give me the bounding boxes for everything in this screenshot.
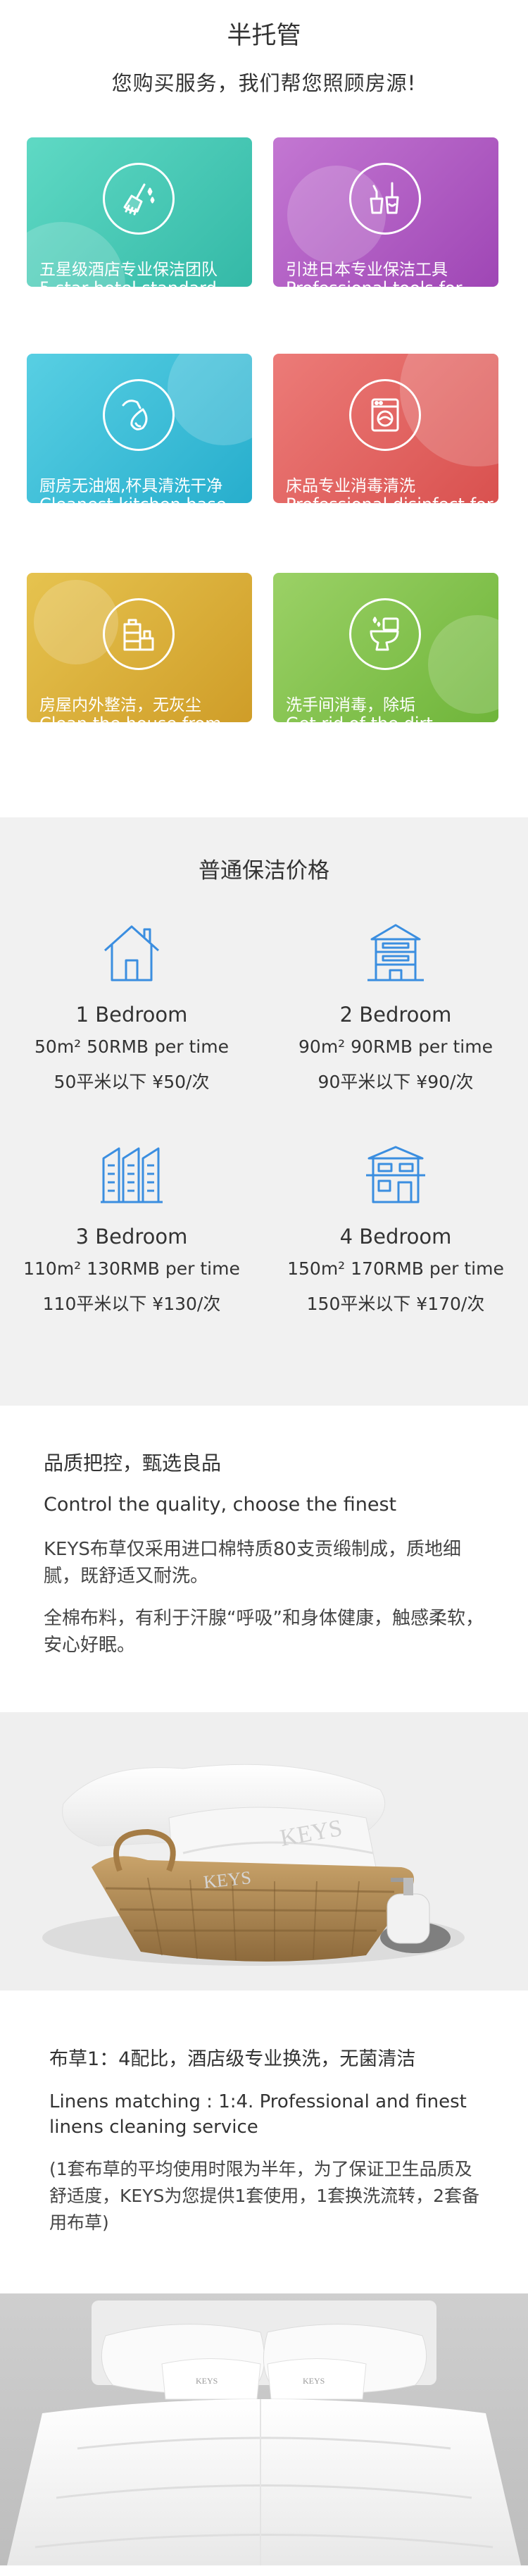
page-title: 半托管 [227, 22, 301, 50]
quality-paragraph-2: 全棉布料，有利于汗腺“呼吸”和身体健康，触感柔软，安心好眠。 [44, 1608, 484, 1656]
broom-icon [103, 163, 175, 235]
plan-price-cn: 90平米以下 ¥90/次 [318, 1072, 474, 1092]
service-card-house-clean: 房屋内外整洁，无灰尘 Clean the house from everywhe… [27, 573, 252, 722]
pricing-title: 普通保洁价格 [199, 858, 329, 884]
card-background-decoration [168, 354, 252, 445]
quality-paragraph-1: KEYS布草仅采用进口棉特质80支贡缎制成，质地细腻，既舒适又耐洗。 [44, 1539, 461, 1587]
plan-name: 2 Bedroom [339, 1003, 452, 1027]
service-card-pro-tools: 引进日本专业保洁工具 Professional tools for B&B ac… [273, 137, 498, 287]
cleaning-tools-icon [349, 163, 421, 235]
villa-icon [366, 1146, 425, 1203]
plan-name: 1 Bedroom [75, 1003, 188, 1027]
plan-1-bedroom: 1 Bedroom 50m² 50RMB per time 50平米以下 ¥50… [15, 919, 248, 1094]
linen-section: 布草1：4配比，酒店级专业换洗，无菌清洁 Linens matching : 1… [0, 1990, 528, 2293]
service-cards: 五星级酒店专业保洁团队 5 star hotel standard clean … [0, 137, 528, 817]
service-card-kitchen: 厨房无油烟,杯具清洗干净 Cleanest kitchen base on th… [27, 354, 252, 503]
plan-price-cn: 150平米以下 ¥170/次 [306, 1294, 485, 1314]
plan-name: 3 Bedroom [75, 1225, 188, 1249]
service-title-cn: 洗手间消毒，除垢 [286, 696, 415, 714]
apartment-buildings-icon [101, 1147, 163, 1203]
furniture-icon [103, 598, 175, 670]
plan-2-bedroom: 2 Bedroom 90m² 90RMB per time 90平米以下 ¥90… [279, 919, 512, 1094]
quality-section: 品质把控，甄选良品 Control the quality, choose th… [0, 1406, 528, 1712]
service-card-bathroom: 洗手间消毒，除垢 Get rid of the dirt [273, 573, 498, 722]
pricing-section: 普通保洁价格 1 Bedroom 50m² 50RMB per time 50平… [0, 817, 528, 1406]
linen-subtitle: Linens matching : 1:4. Professional and … [49, 2091, 467, 2138]
pillow-brand-label: KEYS [196, 2376, 218, 2386]
page-subtitle: 您购买服务，我们帮您照顾房源! [111, 71, 417, 95]
towel-basket-image: KEYS KEYS [0, 1712, 528, 1990]
page-header: 半托管 您购买服务，我们帮您照顾房源! [0, 0, 528, 137]
service-title-cn: 房屋内外整洁，无灰尘 [39, 696, 201, 714]
plan-4-bedroom: 4 Bedroom 150m² 170RMB per time 150平米以下 … [279, 1141, 512, 1315]
service-title-cn: 床品专业消毒清洗 [286, 477, 415, 495]
service-card-linen-disinfect: 床品专业消毒清洗 Professional disinfect for the … [273, 354, 498, 503]
card-background-decoration [428, 615, 498, 714]
plan-name: 4 Bedroom [339, 1225, 452, 1249]
service-title-cn: 五星级酒店专业保洁团队 [39, 261, 218, 279]
washing-machine-icon [349, 379, 421, 451]
service-title-en: Get rid of the dirt [286, 714, 497, 722]
plan-price-en: 150m² 170RMB per time [287, 1258, 504, 1279]
toilet-icon [349, 598, 421, 670]
pillow-brand-label: KEYS [303, 2376, 325, 2386]
plan-price-en: 50m² 50RMB per time [34, 1036, 229, 1057]
house-icon [103, 925, 160, 982]
water-drop-icon [103, 379, 175, 451]
plan-price-en: 110m² 130RMB per time [23, 1258, 240, 1279]
service-title-en: Cleanest kitchen base on the finest serv… [39, 495, 251, 503]
service-title-cn: 引进日本专业保洁工具 [286, 261, 448, 279]
plan-3-bedroom: 3 Bedroom 110m² 130RMB per time 110平米以下 … [15, 1141, 248, 1315]
quality-subtitle: Control the quality, choose the finest [44, 1494, 397, 1516]
bed-linens-image: KEYS KEYS [0, 2293, 528, 2565]
linen-title: 布草1：4配比，酒店级专业换洗，无菌清洁 [49, 2048, 416, 2070]
linen-note: (1套布草的平均使用时限为半年，为了保证卫生品质及舒适度，KEYS为您提供1套使… [49, 2159, 480, 2233]
plan-price-en: 90m² 90RMB per time [298, 1036, 493, 1057]
plan-price-cn: 110平米以下 ¥130/次 [42, 1294, 221, 1314]
service-card-hotel-clean: 五星级酒店专业保洁团队 5 star hotel standard clean … [27, 137, 252, 287]
service-title-en: Professional tools for B&B accommodation [286, 278, 497, 287]
service-title-en: Professional disinfect for the linens [286, 495, 497, 503]
quality-title: 品质把控，甄选良品 [44, 1451, 222, 1475]
service-title-en: Clean the house from everywhere [39, 714, 251, 722]
plan-price-cn: 50平米以下 ¥50/次 [54, 1072, 210, 1092]
two-story-house-icon [367, 924, 424, 982]
service-title-en: 5 star hotel standard clean service [39, 278, 251, 287]
service-title-cn: 厨房无油烟,杯具清洗干净 [39, 477, 223, 495]
